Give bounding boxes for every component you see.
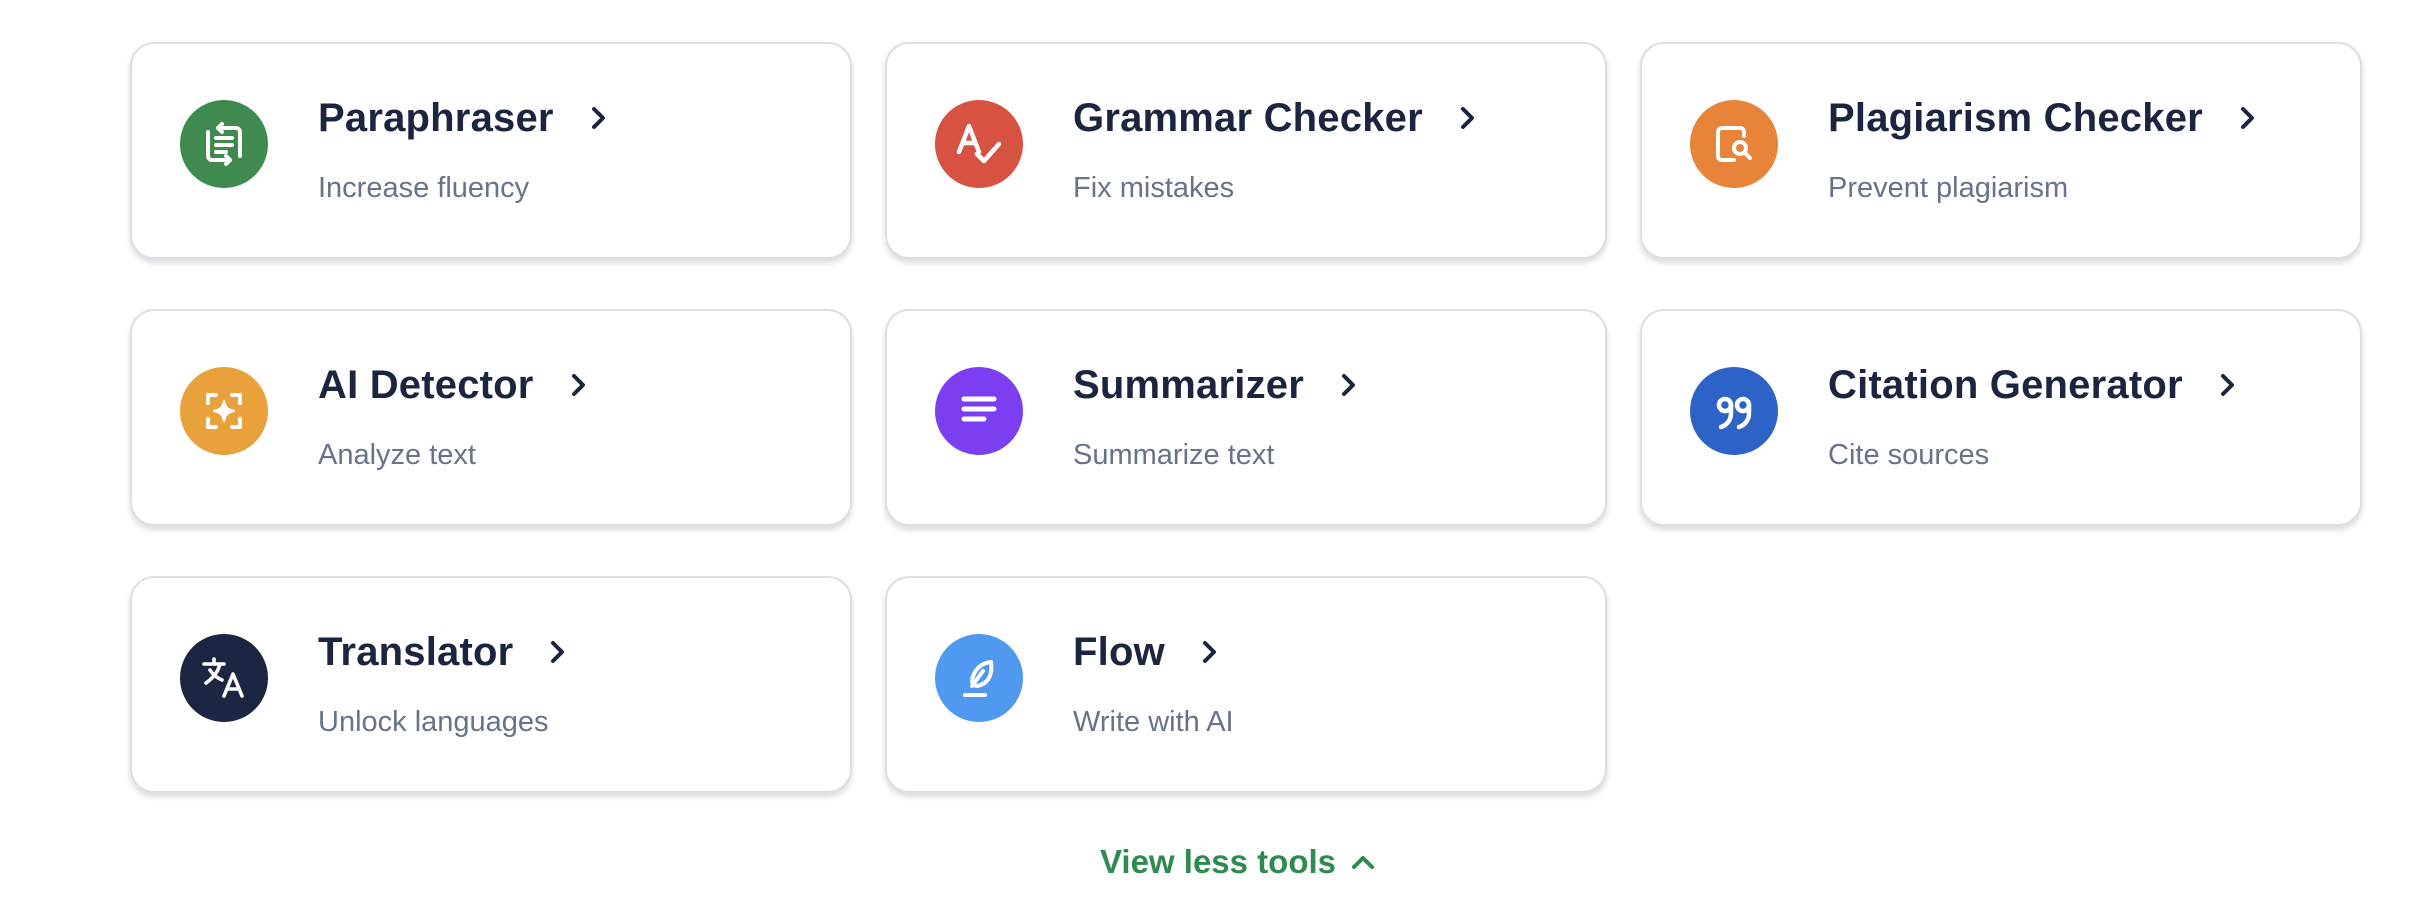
tool-card-flow[interactable]: Flow Write with AI: [885, 576, 1607, 793]
view-less-tools-label: View less tools: [1100, 843, 1336, 880]
tool-card-paraphraser[interactable]: Paraphraser Increase fluency: [130, 42, 852, 259]
tool-title: Citation Generator: [1828, 362, 2183, 407]
tool-subtitle: Increase fluency: [318, 172, 530, 204]
chevron-right-icon: [1202, 641, 1216, 663]
tool-title: AI Detector: [318, 362, 534, 407]
tool-card-ai-detector[interactable]: AI Detector Analyze text: [130, 309, 852, 526]
chevron-right-icon: [591, 107, 605, 129]
tool-card-plagiarism-checker[interactable]: Plagiarism Checker Prevent plagiarism: [1640, 42, 2362, 259]
chevron-up-icon: [1352, 856, 1374, 869]
chevron-right-icon: [2240, 107, 2254, 129]
chevron-right-icon: [1460, 107, 1474, 129]
tool-subtitle: Summarize text: [1073, 439, 1275, 471]
chevron-right-icon: [551, 641, 565, 663]
paraphraser-icon: [180, 100, 268, 188]
chevron-right-icon: [571, 374, 585, 396]
tool-card-citation-generator[interactable]: Citation Generator Cite sources: [1640, 309, 2362, 526]
plagiarism-search-icon: [1690, 100, 1778, 188]
tool-card-translator[interactable]: Translator Unlock languages: [130, 576, 852, 793]
quill-pen-icon: [935, 634, 1023, 722]
summary-lines-icon: [935, 367, 1023, 455]
tool-subtitle: Analyze text: [318, 439, 476, 471]
view-less-tools-button[interactable]: View less tools: [1100, 843, 1376, 881]
view-less-tools-row: View less tools: [0, 843, 2436, 881]
tool-title: Flow: [1073, 629, 1165, 674]
tools-grid: Paraphraser Increase fluency Grammar Che…: [130, 42, 2362, 793]
tool-subtitle: Prevent plagiarism: [1828, 172, 2069, 204]
tool-title: Paraphraser: [318, 95, 554, 140]
tool-subtitle: Unlock languages: [318, 706, 549, 738]
tool-title: Translator: [318, 629, 514, 674]
ai-sparkle-frame-icon: [180, 367, 268, 455]
tool-subtitle: Fix mistakes: [1073, 172, 1235, 204]
tool-subtitle: Cite sources: [1828, 439, 1990, 471]
quote-marks-icon: [1690, 367, 1778, 455]
chevron-right-icon: [1341, 374, 1355, 396]
grammar-check-icon: [935, 100, 1023, 188]
chevron-right-icon: [2220, 374, 2234, 396]
tool-title: Summarizer: [1073, 362, 1304, 407]
translate-icon: [180, 634, 268, 722]
tool-subtitle: Write with AI: [1073, 706, 1234, 738]
tool-title: Plagiarism Checker: [1828, 95, 2203, 140]
tool-card-summarizer[interactable]: Summarizer Summarize text: [885, 309, 1607, 526]
tool-card-grammar-checker[interactable]: Grammar Checker Fix mistakes: [885, 42, 1607, 259]
tool-title: Grammar Checker: [1073, 95, 1423, 140]
